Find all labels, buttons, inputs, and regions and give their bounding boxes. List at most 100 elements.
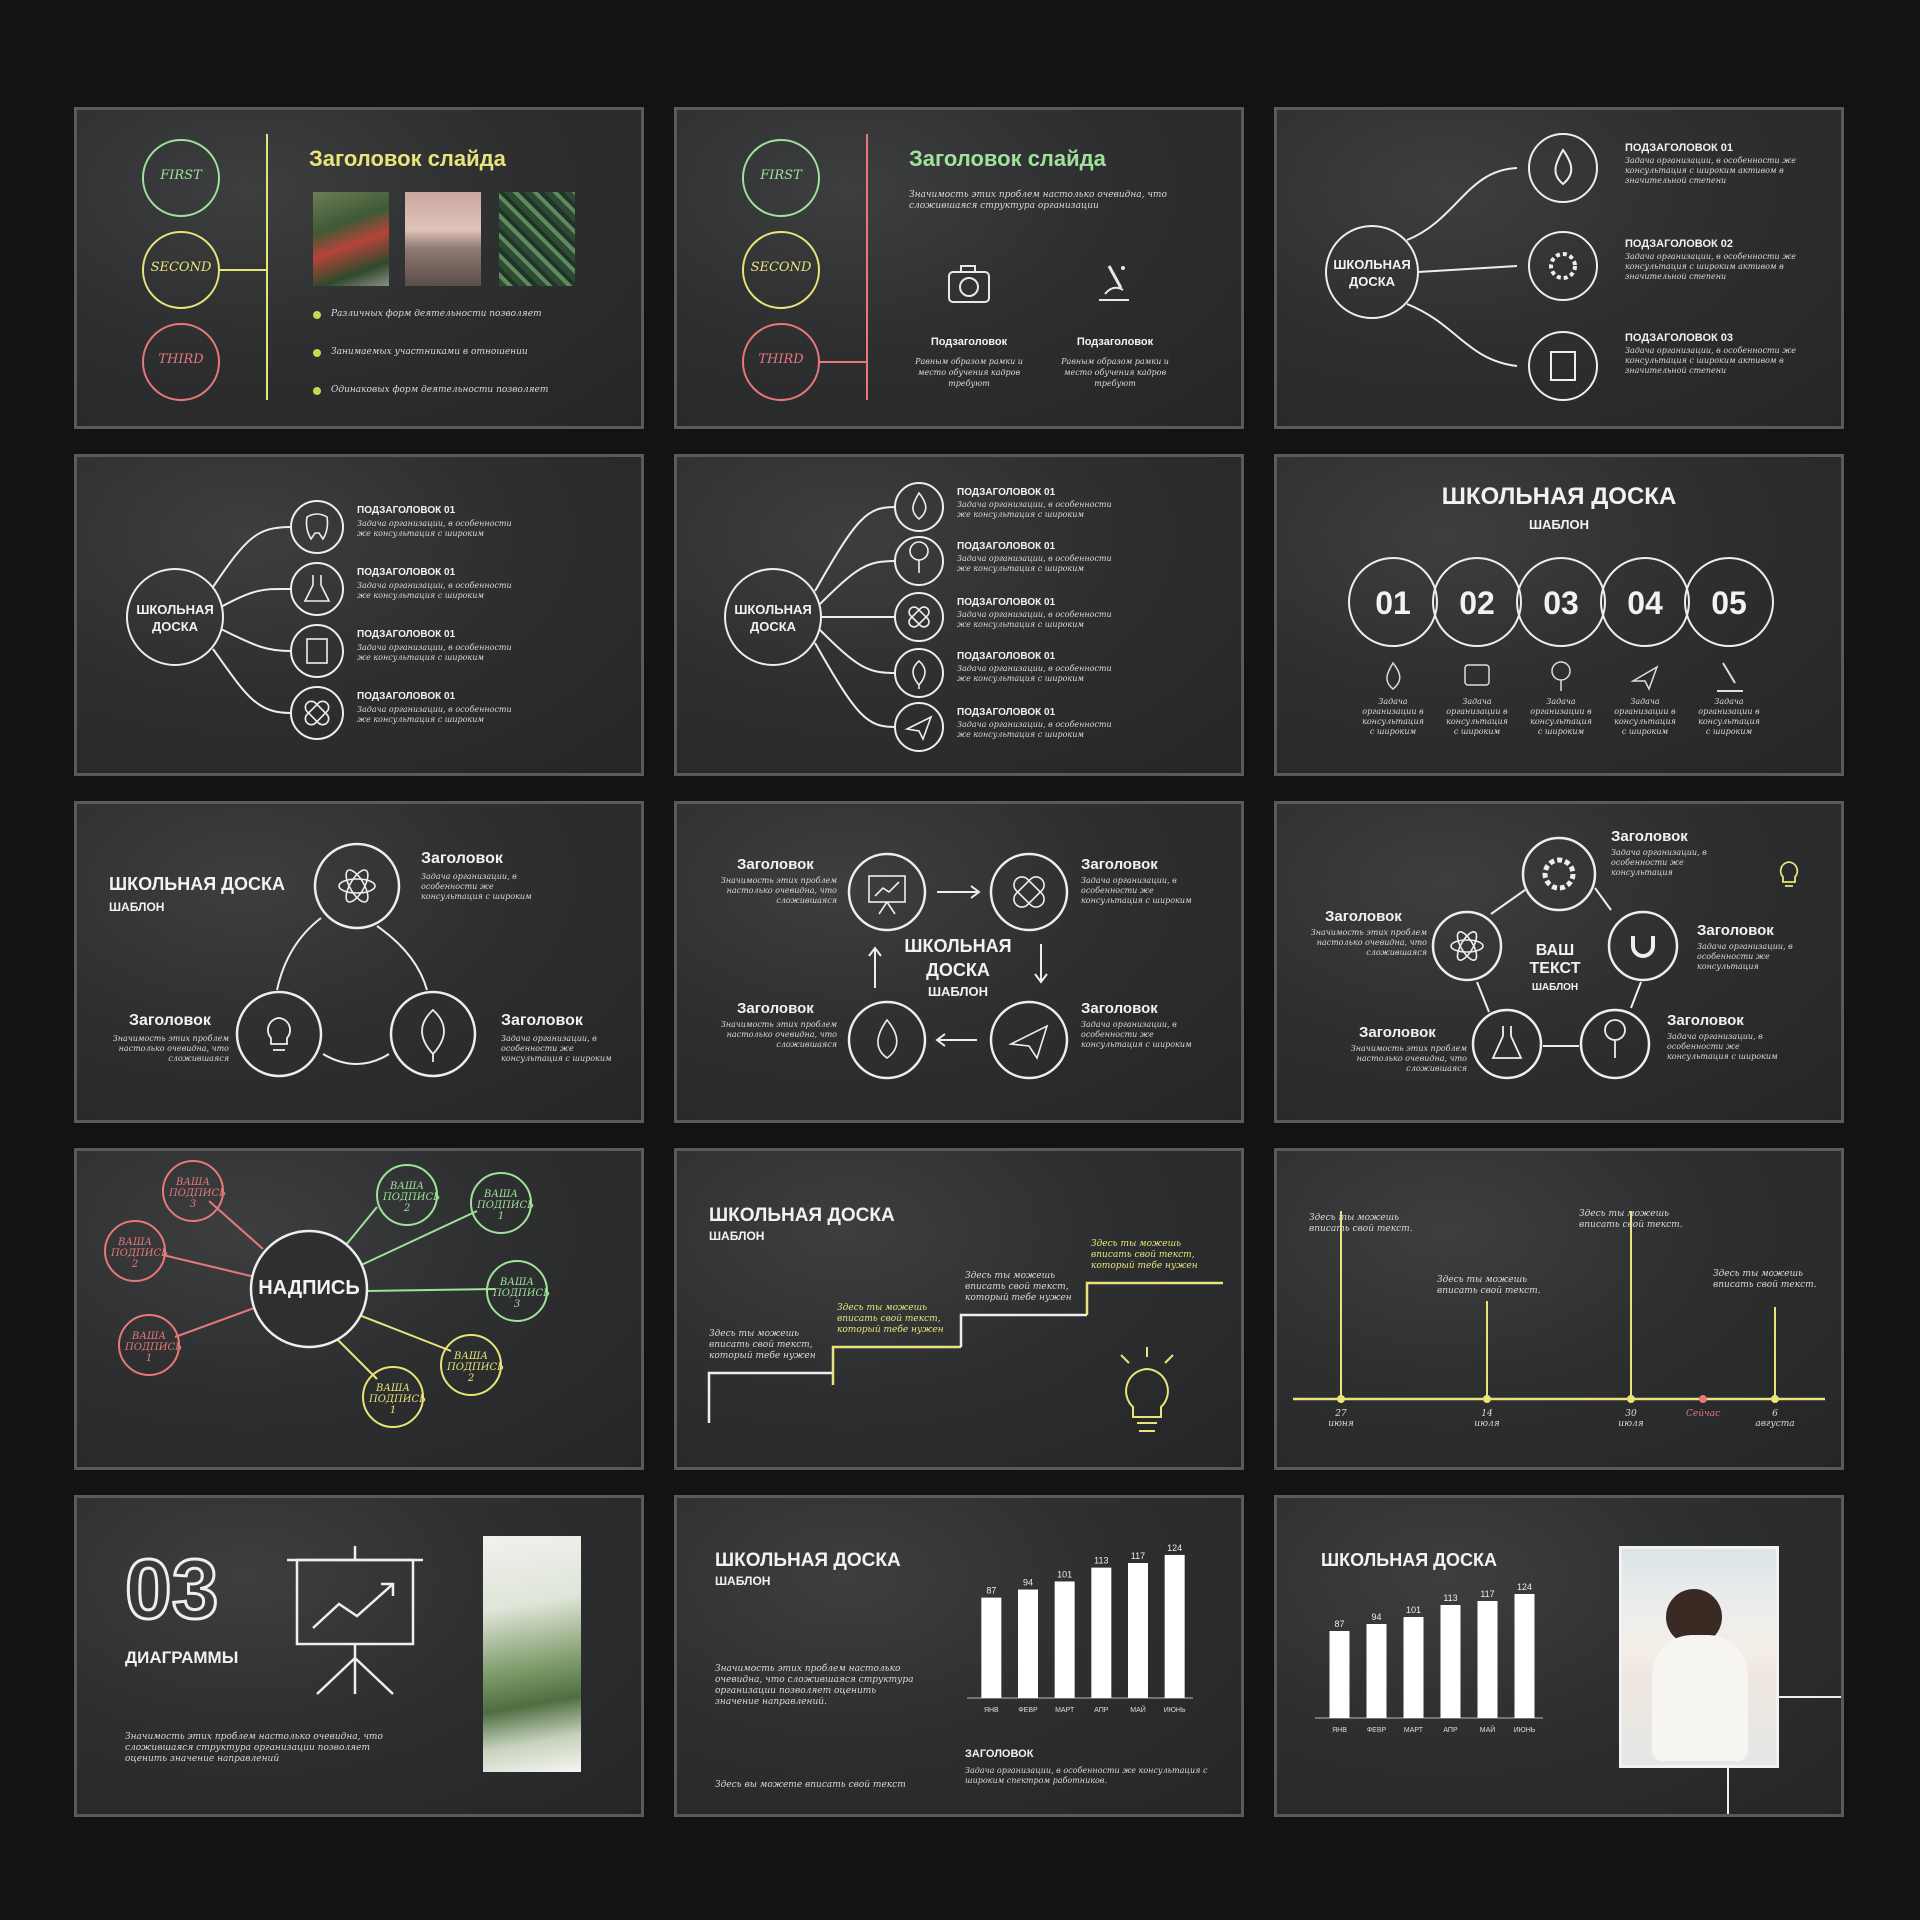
- slide-8[interactable]: ШКОЛЬНАЯ ДОСКА ШАБЛОН Заголовок Значимос…: [674, 801, 1244, 1123]
- slide-14[interactable]: ШКОЛЬНАЯ ДОСКА ШАБЛОН Значимость этих пр…: [674, 1495, 1244, 1817]
- item-title: ПОДЗАГОЛОВОК 01: [1625, 142, 1734, 154]
- chart-category-label: АПР: [1443, 1727, 1458, 1734]
- slide-12[interactable]: Здесь ты можешь вписать свой текст. Здес…: [1274, 1148, 1844, 1470]
- section-title: ДИАГРАММЫ: [125, 1648, 239, 1667]
- item-text: Задача организации, в особенности же кон…: [357, 581, 512, 600]
- item-text: Задача организации, в особенности же кон…: [1081, 876, 1192, 905]
- slide-7[interactable]: ШКОЛЬНАЯ ДОСКА ШАБЛОН Заголовок Задача о…: [74, 801, 644, 1123]
- slide-11[interactable]: ШКОЛЬНАЯ ДОСКА ШАБЛОН Здесь ты можешь вп…: [674, 1148, 1244, 1470]
- chart-value-label: 87: [986, 1586, 996, 1596]
- item-title: Заголовок: [737, 856, 814, 873]
- flame-icon: [1554, 148, 1573, 186]
- chart-category-label: МАЙ: [1480, 1725, 1496, 1734]
- yellow-label: ВАША ПОДПИСЬ 2: [447, 1351, 504, 1384]
- chart-category-label: МАРТ: [1404, 1727, 1424, 1734]
- center-label: ШКОЛЬНАЯ ДОСКА: [734, 602, 812, 634]
- item-text: Задача организации, в особенности же кон…: [1625, 346, 1797, 375]
- slide-2[interactable]: FIRST SECOND THIRD Заголовок слайда Знач…: [674, 107, 1244, 429]
- date-month: июля: [1618, 1419, 1644, 1429]
- note-text: Здесь ты можешь вписать свой текст.: [1713, 1269, 1817, 1290]
- step-text: Здесь ты можешь вписать свой текст, кото…: [1091, 1239, 1198, 1271]
- green-label: ВАША ПОДПИСЬ 2: [383, 1181, 440, 1214]
- item-title: Заголовок: [1611, 828, 1688, 845]
- chart-bar: [1440, 1605, 1461, 1718]
- slide-title: ШКОЛЬНАЯ ДОСКА: [1441, 483, 1677, 510]
- slide-13[interactable]: 03 ДИАГРАММЫ Значимость этих проблем нас…: [74, 1495, 644, 1817]
- intro-text: Значимость этих проблем настолько очевид…: [909, 190, 1167, 211]
- slide-15[interactable]: ШКОЛЬНАЯ ДОСКА 87 ЯНВ 94 ФЕВР 101 МАРТ 113 АПР 1…: [1274, 1495, 1844, 1817]
- step-text: Здесь ты можешь вписать свой текст, кото…: [837, 1303, 944, 1335]
- slide-9[interactable]: ВАШ ТЕКСТ ШАБЛОН Заголовок Задача органи…: [1274, 801, 1844, 1123]
- date-now: Сейчас: [1685, 1409, 1720, 1419]
- clipboard-icon: [306, 638, 328, 664]
- item-title: ПОДЗАГОЛОВОК 01: [957, 707, 1056, 718]
- chart-category-label: АПР: [1094, 1707, 1109, 1714]
- item-text: Задача организации, в особенности же кон…: [357, 519, 512, 538]
- note-text: Здесь ты можешь вписать свой текст.: [1309, 1213, 1413, 1234]
- slide-1[interactable]: FIRST SECOND THIRD Заголовок слайда Разл…: [74, 107, 644, 429]
- microscope-icon: [1717, 662, 1743, 692]
- item-text: Задача организации, в особенности же кон…: [957, 664, 1112, 683]
- chart-value-label: 101: [1057, 1569, 1072, 1579]
- date-month: июня: [1328, 1419, 1354, 1429]
- item-title: Заголовок: [129, 1012, 211, 1029]
- green-label: ВАША ПОДПИСЬ 1: [477, 1189, 534, 1222]
- photo-fern: [499, 192, 575, 286]
- item-text: Задача организации, в особенности же кон…: [957, 720, 1112, 739]
- item-text: Задача организации, в особенности же кон…: [1697, 942, 1793, 971]
- slide-6[interactable]: ШКОЛЬНАЯ ДОСКА ШАБЛОН 01 02 03 04 05 Зад…: [1274, 454, 1844, 776]
- center-label: ШКОЛЬНАЯ ДОСКА: [136, 602, 214, 634]
- item-text: Задача организации, в особенности же кон…: [1081, 1020, 1192, 1049]
- photo-flowers: [313, 192, 389, 286]
- lightbulb-icon: [267, 1017, 291, 1051]
- chart-value-label: 87: [1334, 1619, 1344, 1629]
- item-title: Подзаголовок: [930, 336, 1008, 348]
- chart-value-label: 101: [1406, 1605, 1421, 1615]
- step-text: Задача организации в консультация с широ…: [1614, 697, 1676, 736]
- chart-category-label: МАЙ: [1130, 1705, 1146, 1714]
- lightbulb-icon: [1779, 861, 1799, 887]
- presentation-icon: [868, 875, 906, 915]
- item-title: Подзаголовок: [1076, 336, 1154, 348]
- item-text: Значимость этих проблем настолько очевид…: [720, 1020, 837, 1049]
- chart-category-label: ИЮНЬ: [1164, 1707, 1186, 1714]
- chart-category-label: ЯНВ: [1332, 1727, 1347, 1734]
- item-title: Заголовок: [1697, 922, 1774, 939]
- photo-plant: [483, 1536, 581, 1772]
- center-line-3: ШАБЛОН: [927, 984, 989, 999]
- chart-value-label: 94: [1023, 1578, 1033, 1588]
- slide-10-drawing: [104, 1160, 548, 1428]
- atom-icon: [338, 869, 376, 903]
- bullet-text: Различных форм деятельности позволяет: [331, 309, 542, 319]
- step-text: Задача организации в консультация с широ…: [1530, 697, 1592, 736]
- chart-category-label: МАРТ: [1055, 1707, 1075, 1714]
- number-01: 01: [1375, 585, 1411, 621]
- slide-10[interactable]: НАДПИСЬ ВАША ПОДПИСЬ 3 ВАША ПОДПИСЬ 2 ВА…: [74, 1148, 644, 1470]
- item-text: Значимость этих проблем настолько очевид…: [720, 876, 837, 905]
- item-title: ПОДЗАГОЛОВОК 02: [1625, 238, 1734, 250]
- flask-icon: [303, 575, 331, 602]
- item-text: Задача организации, в особенности же кон…: [1625, 252, 1797, 281]
- tree-icon: [1604, 1019, 1626, 1058]
- chart-bar: [1329, 1631, 1350, 1718]
- slide-3[interactable]: ШКОЛЬНАЯ ДОСКА ПОДЗАГОЛОВОК 01 Задача ор…: [1274, 107, 1844, 429]
- slide-4[interactable]: ШКОЛЬНАЯ ДОСКА ПОДЗАГОЛОВОК 01 Задача ор…: [74, 454, 644, 776]
- circle-label-second: SECOND: [150, 260, 212, 275]
- date-month: июля: [1474, 1419, 1500, 1429]
- photo-figure: [1652, 1635, 1748, 1761]
- book-icon: [1550, 351, 1576, 381]
- magnet-icon: [1631, 936, 1655, 958]
- item-title: Заголовок: [501, 1012, 583, 1029]
- item-text: Значимость этих проблем настолько очевид…: [112, 1034, 229, 1063]
- number-05: 05: [1711, 585, 1747, 621]
- flame-icon: [912, 491, 927, 521]
- item-title: ПОДЗАГОЛОВОК 01: [957, 597, 1056, 608]
- atom-icon: [1450, 931, 1484, 961]
- red-label: ВАША ПОДПИСЬ 2: [111, 1237, 168, 1270]
- slide-5[interactable]: ШКОЛЬНАЯ ДОСКА ПОДЗАГОЛОВОК 01 Задача ор…: [674, 454, 1244, 776]
- center-label: НАДПИСЬ: [258, 1277, 360, 1299]
- camera-icon: [948, 265, 990, 303]
- item-text: Задача организации, в особенности же кон…: [357, 643, 512, 662]
- item-title: ПОДЗАГОЛОВОК 01: [357, 567, 456, 578]
- chart-bar: [1366, 1624, 1387, 1718]
